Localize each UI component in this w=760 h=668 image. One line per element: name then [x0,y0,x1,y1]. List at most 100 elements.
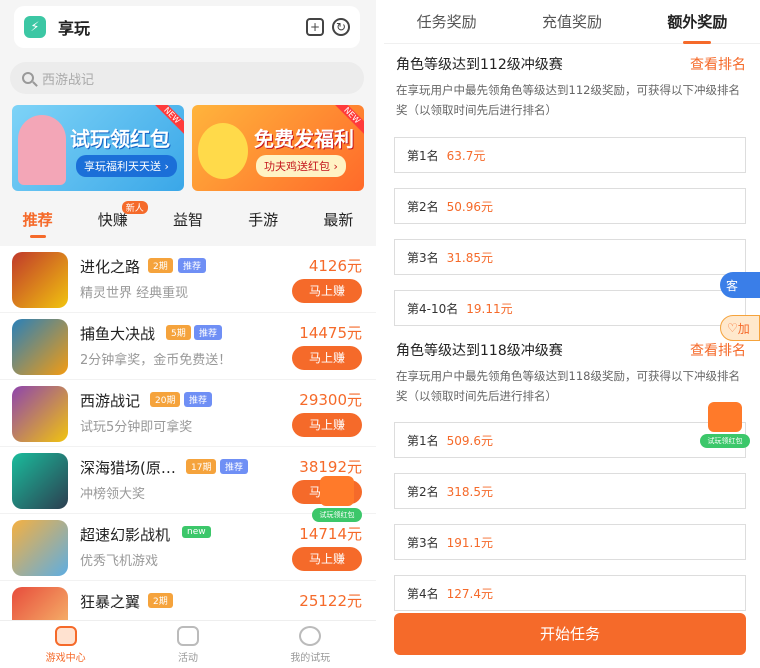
headset-icon: 客 [726,278,739,293]
reward-amount: 4126元 [308,257,362,275]
rank-row: 第2名 318.5元 [394,473,746,509]
customer-service-float[interactable]: 客 [720,272,760,298]
period-badge: 5期 [166,325,191,340]
reward-amount: 38192元 [299,458,362,476]
search-input[interactable]: 西游战记 [10,62,364,94]
nav-my-trials[interactable]: 我的试玩 [290,625,331,664]
tab-task-reward[interactable]: 任务奖励 [417,11,477,32]
game-thumbnail [12,453,68,509]
reward-detail-panel: 任务奖励 充值奖励 额外奖励 角色等级达到112级冲级赛 查看排名 在享玩用户中… [384,0,760,668]
section-desc: 在享玩用户中最先领角色等级达到112级奖励，可获得以下冲级排名奖（以领取时间先后… [396,83,740,117]
refresh-icon[interactable]: ↻ [332,18,350,36]
banner-trial-redpacket[interactable]: NEW 试玩领红包 享玩福利天天送 › [12,105,184,191]
game-desc: 优秀飞机游戏 [80,554,159,569]
new-badge: new [182,526,211,538]
game-thumbnail [12,252,68,308]
banner-title: 试玩领红包 [70,127,170,151]
rank-label: 第1名 [407,148,439,163]
app-header: ⚡ 享玩 + ↻ [14,6,360,48]
game-name: 进化之路 [80,258,141,276]
rank-value: 50.96元 [446,199,493,214]
recommend-badge: 推荐 [178,258,207,273]
game-desc: 冲榜领大奖 [80,487,146,502]
period-badge: 20期 [150,392,181,407]
tab-puzzle[interactable]: 益智 [173,209,203,230]
banner-free-welfare[interactable]: NEW 免费发福利 功夫鸡送红包 › [192,105,364,191]
game-thumbnail [12,319,68,375]
rank-value: 19.11元 [466,301,513,316]
medal-icon [299,625,322,646]
game-row[interactable]: 进化之路 2期 推荐 精灵世界 经典重现 4126元 马上赚 [0,246,376,313]
tab-extra-reward[interactable]: 额外奖励 [667,11,727,44]
start-task-button[interactable]: 开始任务 [394,613,746,655]
game-name: 超速幻影战机 [80,526,171,544]
rank-value: 63.7元 [446,148,486,163]
rank-value: 191.1元 [446,535,493,550]
rank-value: 127.4元 [446,586,493,601]
gamepad-icon [54,625,77,646]
panel-divider [376,0,384,668]
rank-row: 第1名 63.7元 [394,137,746,173]
rank-label: 第4名 [407,586,439,601]
trial-redpacket-float[interactable]: 试玩领红包 [312,476,362,522]
tab-mobile-games[interactable]: 手游 [248,209,278,230]
game-desc: 精灵世界 经典重现 [80,286,189,301]
nav-label: 活动 [177,652,198,664]
trial-redpacket-float[interactable]: 试玩领红包 [700,402,750,448]
category-tabs: 推荐 快赚 新人 益智 手游 最新 [0,200,376,238]
game-name: 捕鱼大决战 [80,325,156,343]
app-title: 享玩 [58,19,91,38]
game-desc: 试玩5分钟即可拿奖 [80,420,193,435]
app-logo-icon: ⚡ [24,16,46,38]
tab-latest[interactable]: 最新 [323,209,353,230]
search-icon [22,72,34,84]
favorite-float[interactable]: ♡ 加 [720,315,760,341]
reward-amount: 14714元 [299,525,362,543]
banner-character-image [18,115,66,185]
gift-box-icon [176,625,199,646]
game-row[interactable]: 西游战记 20期 推荐 试玩5分钟即可拿奖 29300元 马上赚 [0,380,376,447]
game-name: 狂暴之翼 [80,593,141,611]
tab-recommend[interactable]: 推荐 [23,209,53,238]
rank-label: 第4-10名 [407,301,459,316]
rank-value: 318.5元 [446,484,493,499]
banner-pill: 功夫鸡送红包 › [256,155,346,177]
game-name: 西游战记 [80,392,141,410]
earn-now-button[interactable]: 马上赚 [292,547,362,571]
rank-value: 31.85元 [446,250,493,265]
view-ranking-link[interactable]: 查看排名 [690,54,746,74]
rank-row: 第2名 50.96元 [394,188,746,224]
view-ranking-link[interactable]: 查看排名 [690,340,746,360]
nav-game-center[interactable]: 游戏中心 [46,625,86,664]
game-row[interactable]: 超速幻影战机 new 优秀飞机游戏 14714元 马上赚 [0,514,376,581]
recommend-badge: 推荐 [184,392,213,407]
tab-recharge-reward[interactable]: 充值奖励 [542,11,602,32]
period-badge: 2期 [148,593,173,608]
game-desc: 2分钟拿奖，金币免费送！ [80,353,232,368]
earn-now-button[interactable]: 马上赚 [292,346,362,370]
tab-quick-earn[interactable]: 快赚 新人 [98,200,148,230]
game-row[interactable]: 捕鱼大决战 5期 推荐 2分钟拿奖，金币免费送！ 14475元 马上赚 [0,313,376,380]
game-name: 深海猎场(原… [80,459,176,477]
section-title: 角色等级达到118级冲级赛 [396,343,563,359]
section-desc: 在享玩用户中最先领角色等级达到118级奖励，可获得以下冲级排名奖（以领取时间先后… [396,369,740,403]
banner-pill: 享玩福利天天送 › [76,155,177,177]
rank-label: 第2名 [407,199,439,214]
reward-amount: 14475元 [299,324,362,342]
add-icon[interactable]: + [306,18,324,36]
recommend-badge: 推荐 [194,325,223,340]
earn-now-button[interactable]: 马上赚 [292,413,362,437]
redpacket-label: 试玩领红包 [700,434,750,448]
redpacket-label: 试玩领红包 [312,508,362,522]
new-user-badge: 新人 [121,200,148,214]
banner-title: 免费发福利 [254,127,354,151]
rank-label: 第3名 [407,250,439,265]
rank-value: 509.6元 [446,433,493,448]
nav-activity[interactable]: 活动 [176,625,199,664]
rank-label: 第3名 [407,535,439,550]
nav-label: 我的试玩 [290,652,331,664]
earn-now-button[interactable]: 马上赚 [292,279,362,303]
rank-label: 第1名 [407,433,439,448]
recommend-badge: 推荐 [220,459,249,474]
gift-icon [320,476,354,506]
